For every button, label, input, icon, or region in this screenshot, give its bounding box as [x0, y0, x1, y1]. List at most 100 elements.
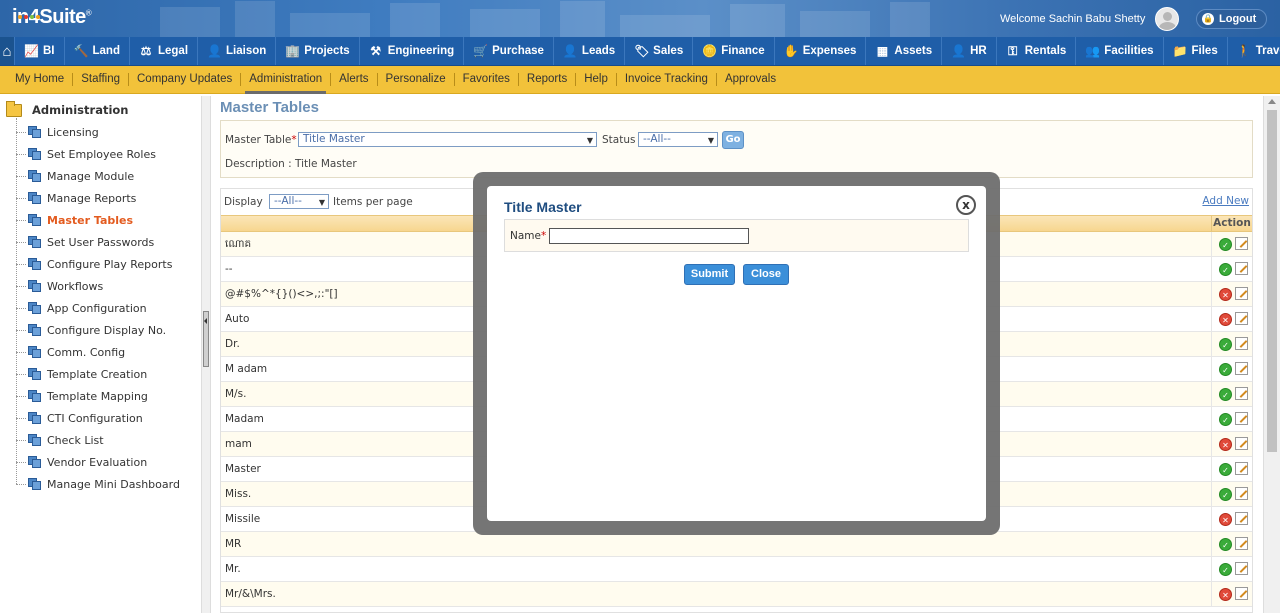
edit-icon[interactable]: [1235, 337, 1248, 350]
master-table-select[interactable]: Title Master ▼: [298, 132, 597, 147]
sidebar-item-label: Master Tables: [47, 213, 134, 227]
subnav-personalize[interactable]: Personalize: [378, 73, 455, 86]
nav-files[interactable]: 📁 Files: [1164, 37, 1228, 65]
sidebar-item-set-user-passwords[interactable]: Set User Passwords: [16, 231, 154, 253]
close-button[interactable]: Close: [743, 264, 789, 285]
sidebar-splitter[interactable]: [201, 96, 211, 613]
edit-icon[interactable]: [1235, 312, 1248, 325]
active-status-icon[interactable]: ✓: [1219, 538, 1232, 551]
sidebar-item-cti-configuration[interactable]: CTI Configuration: [16, 407, 143, 429]
title-cell: M adam: [225, 363, 268, 375]
nav-travel[interactable]: 🚶Travel: [1228, 37, 1280, 65]
subnav-favorites[interactable]: Favorites: [455, 73, 519, 86]
edit-icon[interactable]: [1235, 287, 1248, 300]
active-status-icon[interactable]: ✓: [1219, 388, 1232, 401]
app-logo[interactable]: in4Suite®: [12, 6, 92, 29]
submit-button[interactable]: Submit: [684, 264, 735, 285]
edit-icon[interactable]: [1235, 362, 1248, 375]
sidebar-item-manage-reports[interactable]: Manage Reports: [16, 187, 136, 209]
inactive-status-icon[interactable]: ✕: [1219, 313, 1232, 326]
edit-icon[interactable]: [1235, 562, 1248, 575]
nav-projects[interactable]: 🏢 Projects: [276, 37, 360, 65]
nav-land[interactable]: 🔨 Land: [65, 37, 130, 65]
active-status-icon[interactable]: ✓: [1219, 413, 1232, 426]
tree-root-administration[interactable]: Administration: [6, 100, 129, 117]
active-status-icon[interactable]: ✓: [1219, 238, 1232, 251]
app-header: in4Suite® Welcome Sachin Babu Shetty 🔒 L…: [0, 0, 1280, 37]
active-status-icon[interactable]: ✓: [1219, 488, 1232, 501]
go-button[interactable]: Go: [722, 131, 744, 149]
add-new-link[interactable]: Add New: [1202, 195, 1249, 207]
nav-liaison[interactable]: 👤 Liaison: [198, 37, 277, 65]
inactive-status-icon[interactable]: ✕: [1219, 438, 1232, 451]
subnav-administration[interactable]: Administration: [241, 73, 332, 94]
active-status-icon[interactable]: ✓: [1219, 338, 1232, 351]
edit-icon[interactable]: [1235, 437, 1248, 450]
status-select[interactable]: --All-- ▼: [638, 132, 718, 147]
subnav-approvals[interactable]: Approvals: [717, 73, 784, 86]
sidebar-item-manage-mini-dashboard[interactable]: Manage Mini Dashboard: [16, 473, 180, 495]
logout-button[interactable]: 🔒 Logout: [1196, 9, 1268, 29]
nav-sales[interactable]: 🏷 Sales: [625, 37, 694, 65]
nav-engineering[interactable]: ⚒ Engineering: [360, 37, 465, 65]
nav-purchase[interactable]: 🛒 Purchase: [464, 37, 554, 65]
subnav-alerts[interactable]: Alerts: [331, 73, 378, 86]
nav-finance[interactable]: 🪙 Finance: [693, 37, 775, 65]
edit-icon[interactable]: [1235, 237, 1248, 250]
edit-icon[interactable]: [1235, 412, 1248, 425]
user-avatar-icon[interactable]: [1155, 7, 1179, 31]
sidebar-item-app-configuration[interactable]: App Configuration: [16, 297, 147, 319]
sidebar-item-workflows[interactable]: Workflows: [16, 275, 103, 297]
name-input[interactable]: [549, 228, 749, 244]
edit-icon[interactable]: [1235, 262, 1248, 275]
active-status-icon[interactable]: ✓: [1219, 363, 1232, 376]
edit-icon[interactable]: [1235, 487, 1248, 500]
sidebar-item-master-tables[interactable]: Master Tables: [16, 209, 133, 231]
subnav-company-updates[interactable]: Company Updates: [129, 73, 242, 86]
nav-facilities[interactable]: 👥 Facilities: [1076, 37, 1164, 65]
nav-expenses[interactable]: ✋ Expenses: [775, 37, 867, 65]
subnav-help[interactable]: Help: [576, 73, 617, 86]
nav-bi[interactable]: 📈 BI: [15, 37, 65, 65]
page-scrollbar[interactable]: [1263, 96, 1280, 613]
sidebar-item-configure-display-no[interactable]: Configure Display No.: [16, 319, 166, 341]
sidebar-item-comm-config[interactable]: Comm. Config: [16, 341, 125, 363]
inactive-status-icon[interactable]: ✕: [1219, 513, 1232, 526]
nav-hr[interactable]: 👤 HR: [942, 37, 997, 65]
sidebar-item-manage-module[interactable]: Manage Module: [16, 165, 134, 187]
edit-icon[interactable]: [1235, 512, 1248, 525]
active-status-icon[interactable]: ✓: [1219, 263, 1232, 276]
nav-home[interactable]: ⌂: [0, 37, 15, 65]
inactive-status-icon[interactable]: ✕: [1219, 288, 1232, 301]
edit-icon[interactable]: [1235, 462, 1248, 475]
subnav-invoice-tracking[interactable]: Invoice Tracking: [617, 73, 717, 86]
inactive-status-icon[interactable]: ✕: [1219, 588, 1232, 601]
active-status-icon[interactable]: ✓: [1219, 563, 1232, 576]
scroll-up-icon[interactable]: [1268, 99, 1276, 104]
sidebar-item-check-list[interactable]: Check List: [16, 429, 104, 451]
nav-leads[interactable]: 👤 Leads: [554, 37, 626, 65]
nav-rentals[interactable]: ⚿ Rentals: [997, 37, 1077, 65]
sidebar-item-vendor-evaluation[interactable]: Vendor Evaluation: [16, 451, 147, 473]
sidebar-item-template-creation[interactable]: Template Creation: [16, 363, 147, 385]
subnav-my-home[interactable]: My Home: [7, 73, 74, 86]
page-title: Master Tables: [220, 99, 319, 116]
chevron-down-icon: ▼: [318, 198, 325, 207]
sidebar-item-template-mapping[interactable]: Template Mapping: [16, 385, 148, 407]
scroll-thumb[interactable]: [1267, 110, 1277, 452]
building-icon: 🏢: [285, 44, 301, 58]
edit-icon[interactable]: [1235, 587, 1248, 600]
collapse-sidebar-handle[interactable]: [203, 311, 209, 367]
subnav-reports[interactable]: Reports: [519, 73, 577, 86]
edit-icon[interactable]: [1235, 387, 1248, 400]
subnav-staffing[interactable]: Staffing: [73, 73, 129, 86]
close-icon[interactable]: x: [956, 195, 976, 215]
edit-icon[interactable]: [1235, 537, 1248, 550]
active-status-icon[interactable]: ✓: [1219, 463, 1232, 476]
sidebar-item-licensing[interactable]: Licensing: [16, 121, 99, 143]
sidebar-item-set-employee-roles[interactable]: Set Employee Roles: [16, 143, 156, 165]
nav-assets[interactable]: ▦ Assets: [866, 37, 943, 65]
display-select[interactable]: --All-- ▼: [269, 194, 329, 209]
nav-legal[interactable]: ⚖ Legal: [130, 37, 199, 65]
sidebar-item-configure-play-reports[interactable]: Configure Play Reports: [16, 253, 172, 275]
